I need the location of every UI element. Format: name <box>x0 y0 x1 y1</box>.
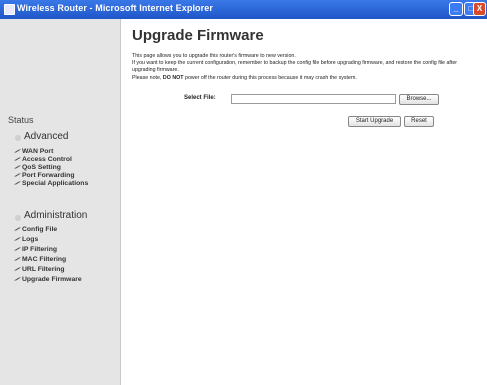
file-path-input[interactable] <box>231 94 396 104</box>
group-title-advanced[interactable]: Advanced <box>24 131 68 142</box>
sidebar-item-config-file[interactable]: Config File <box>14 226 57 233</box>
page-description: This page allows you to upgrade this rou… <box>132 53 477 82</box>
pencil-icon <box>14 181 21 185</box>
reset-button[interactable]: Reset <box>404 116 434 127</box>
warning-emphasis: DO NOT <box>162 74 184 81</box>
pencil-icon <box>14 257 21 261</box>
close-button[interactable]: X <box>473 2 486 16</box>
sidebar-item-access-control[interactable]: Access Control <box>14 156 72 163</box>
group-title-administration[interactable]: Administration <box>24 210 87 221</box>
page-title: Upgrade Firmware <box>132 27 264 44</box>
pencil-icon <box>14 267 21 271</box>
sidebar-item-status[interactable]: Status <box>8 115 34 125</box>
ie-icon <box>4 4 15 15</box>
sidebar: Status Advanced WAN Port Access Control … <box>0 19 121 385</box>
window-titlebar: Wireless Router - Microsoft Internet Exp… <box>0 0 487 19</box>
sidebar-item-qos-setting[interactable]: QoS Setting <box>14 164 61 171</box>
browse-button[interactable]: Browse... <box>399 94 439 105</box>
bullet-icon <box>15 135 21 141</box>
pencil-icon <box>14 277 21 281</box>
window-title: Wireless Router - Microsoft Internet Exp… <box>17 3 213 13</box>
pencil-icon <box>14 237 21 241</box>
select-file-label: Select File: <box>184 95 216 101</box>
main-content: Upgrade Firmware This page allows you to… <box>121 19 487 385</box>
sidebar-item-ip-filtering[interactable]: IP Filtering <box>14 246 57 253</box>
pencil-icon <box>14 173 21 177</box>
sidebar-item-wan-port[interactable]: WAN Port <box>14 148 53 155</box>
pencil-icon <box>14 149 21 153</box>
sidebar-item-port-forwarding[interactable]: Port Forwarding <box>14 172 75 179</box>
desc-line-3: Please note, DO NOT power off the router… <box>132 74 357 81</box>
bullet-icon <box>15 215 21 221</box>
desc-line-1: This page allows you to upgrade this rou… <box>132 53 296 59</box>
minimize-button[interactable]: _ <box>449 2 463 16</box>
sidebar-item-logs[interactable]: Logs <box>14 236 38 243</box>
pencil-icon <box>14 165 21 169</box>
start-upgrade-button[interactable]: Start Upgrade <box>348 116 401 127</box>
sidebar-item-upgrade-firmware[interactable]: Upgrade Firmware <box>14 276 82 283</box>
pencil-icon <box>14 227 21 231</box>
desc-line-2: If you want to keep the current configur… <box>132 60 458 74</box>
pencil-icon <box>14 157 21 161</box>
sidebar-item-special-applications[interactable]: Special Applications <box>14 180 88 187</box>
sidebar-item-url-filtering[interactable]: URL Filtering <box>14 266 65 273</box>
pencil-icon <box>14 247 21 251</box>
sidebar-item-mac-filtering[interactable]: MAC Filtering <box>14 256 66 263</box>
